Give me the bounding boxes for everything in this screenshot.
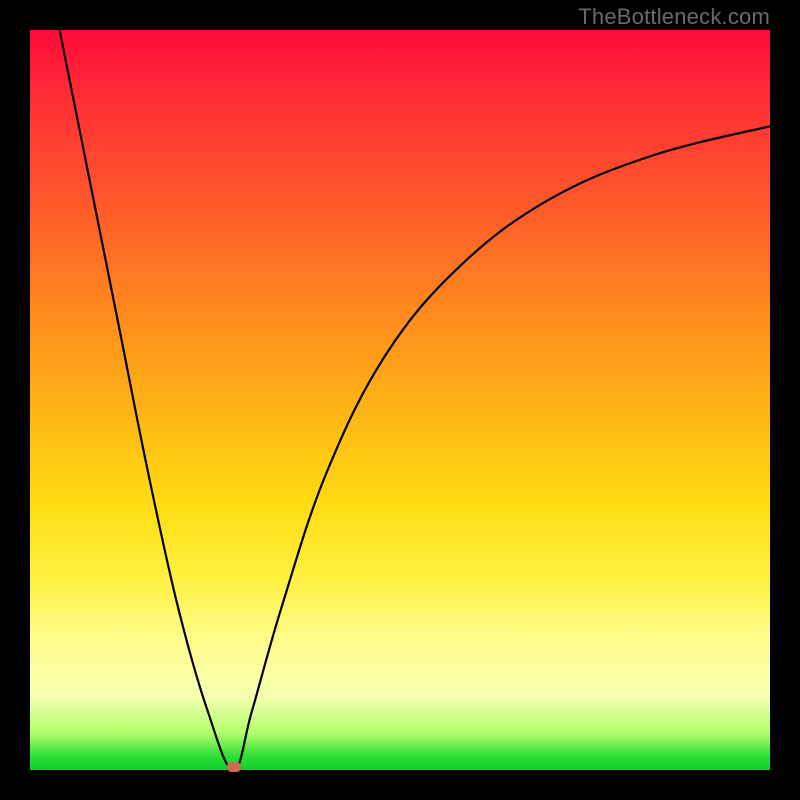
bottleneck-curve xyxy=(30,30,770,770)
chart-frame: TheBottleneck.com xyxy=(0,0,800,800)
curve-path xyxy=(60,30,770,770)
watermark-text: TheBottleneck.com xyxy=(578,4,770,30)
plot-area xyxy=(30,30,770,770)
min-marker xyxy=(227,762,241,772)
